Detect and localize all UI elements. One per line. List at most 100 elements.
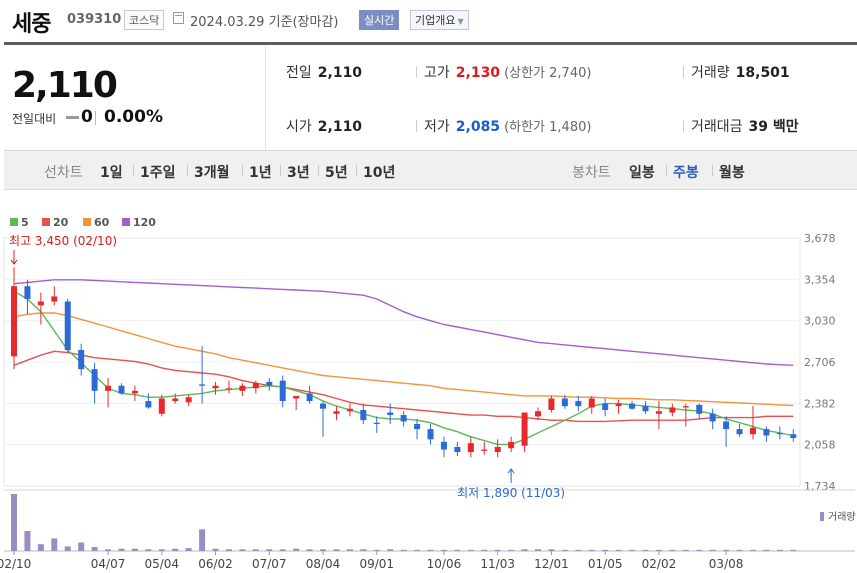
candle-body bbox=[199, 384, 206, 386]
tab-monthly[interactable]: 월봉 bbox=[719, 162, 745, 182]
candle-body bbox=[37, 301, 44, 306]
volume-swatch bbox=[820, 512, 824, 521]
candle-body bbox=[158, 398, 165, 414]
realtime-button[interactable]: 실시간 bbox=[359, 10, 400, 30]
volume-bar bbox=[763, 549, 770, 551]
volume-bar bbox=[199, 529, 206, 551]
x-tick-label: 05/04 bbox=[144, 557, 179, 571]
volume-bar bbox=[212, 548, 219, 551]
low-arrow-icon bbox=[507, 468, 515, 484]
volume-bar bbox=[252, 549, 259, 551]
y-tick-label: 2,382 bbox=[804, 397, 836, 410]
price-summary: 2,110 전일대비 0 0.00% bbox=[4, 45, 266, 150]
candle-body bbox=[387, 412, 394, 416]
volume-bar bbox=[400, 549, 407, 551]
calendar-icon bbox=[173, 12, 184, 24]
volume-bar bbox=[51, 538, 58, 551]
lower-limit: (하한가 1,480) bbox=[504, 120, 592, 135]
y-tick-label: 3,030 bbox=[804, 315, 836, 328]
y-tick-label: 3,354 bbox=[804, 273, 836, 286]
chevron-down-icon: ▼ bbox=[457, 17, 464, 26]
tab-divider bbox=[318, 165, 319, 176]
stat-amount-value: 39 백만 bbox=[748, 119, 799, 135]
volume-bar bbox=[37, 544, 44, 551]
volume-bar bbox=[91, 547, 98, 551]
high-arrow-icon bbox=[10, 250, 18, 265]
volume-legend: 거래량 bbox=[820, 508, 856, 523]
candle-body bbox=[588, 398, 595, 408]
candle-body bbox=[736, 429, 743, 435]
tab-5y[interactable]: 5년 bbox=[325, 162, 348, 182]
high-annotation: 최고 3,450 (02/10) bbox=[9, 234, 117, 248]
volume-bar bbox=[373, 549, 380, 551]
y-tick-label: 1,734 bbox=[804, 480, 836, 493]
price-chart[interactable]: 3,678 3,354 3,030 2,706 2,382 2,058 1,734 02/10… bbox=[0, 228, 857, 573]
candle-body bbox=[763, 429, 770, 436]
volume-bar bbox=[561, 549, 568, 551]
tab-divider bbox=[242, 165, 243, 176]
low-annotation: 최저 1,890 (11/03) bbox=[457, 486, 565, 500]
stat-volume-label: 거래량 bbox=[691, 65, 730, 81]
tab-daily[interactable]: 일봉 bbox=[629, 162, 655, 182]
candle-body bbox=[360, 409, 367, 421]
candle-body bbox=[655, 411, 662, 414]
volume-bar bbox=[494, 549, 501, 551]
volume-bar bbox=[723, 549, 730, 551]
stat-low-value: 2,085 bbox=[455, 119, 501, 135]
tab-divider bbox=[280, 165, 281, 176]
company-overview-button[interactable]: 기업개요 ▼ bbox=[410, 10, 469, 30]
stat-high-value: 2,130 bbox=[455, 65, 501, 81]
volume-bar bbox=[64, 546, 71, 551]
tab-1d[interactable]: 1일 bbox=[100, 162, 123, 182]
candle-body bbox=[561, 398, 568, 407]
chart-tabs: 선차트 1일 1주일 3개월 1년 3년 5년 10년 봉차트 일봉 주봉 월봉 bbox=[4, 151, 857, 190]
stat-open: 시가 2,110 bbox=[286, 116, 362, 136]
line-chart-label: 선차트 bbox=[44, 165, 83, 181]
volume-bar bbox=[333, 549, 340, 551]
candle-body bbox=[373, 422, 380, 424]
candle-body bbox=[615, 403, 622, 407]
volume-bar bbox=[306, 549, 313, 551]
tab-3y[interactable]: 3년 bbox=[287, 162, 310, 182]
x-tick-label: 08/04 bbox=[306, 557, 341, 571]
volume-bar bbox=[655, 549, 662, 551]
candle-body bbox=[696, 404, 703, 414]
tab-10y[interactable]: 10년 bbox=[363, 162, 395, 182]
candle-body bbox=[535, 411, 541, 417]
x-tick-label: 11/03 bbox=[480, 557, 515, 571]
stat-amount: 거래대금 39 백만 bbox=[691, 116, 799, 136]
candle-body bbox=[51, 296, 58, 302]
x-tick-label: 02/02 bbox=[642, 557, 677, 571]
flat-icon bbox=[66, 116, 79, 119]
tab-1w[interactable]: 1주일 bbox=[140, 162, 176, 182]
change-rate: 0.00% bbox=[104, 107, 163, 127]
candle-body bbox=[427, 429, 434, 440]
volume-bar bbox=[279, 549, 286, 551]
candle-body bbox=[414, 424, 421, 430]
tab-divider bbox=[666, 165, 667, 176]
volume-bar bbox=[440, 549, 447, 551]
volume-bar bbox=[669, 549, 676, 551]
company-overview-label: 기업개요 bbox=[415, 14, 456, 27]
y-tick-label: 2,058 bbox=[804, 439, 836, 452]
tab-1y[interactable]: 1년 bbox=[249, 162, 272, 182]
candle-body bbox=[185, 397, 192, 403]
tab-3m[interactable]: 3개월 bbox=[194, 162, 230, 182]
tab-divider bbox=[187, 165, 188, 176]
ma60-line bbox=[13, 312, 794, 407]
candle-body bbox=[346, 408, 353, 412]
volume-bar bbox=[790, 549, 797, 551]
volume-bar bbox=[145, 549, 152, 551]
stat-open-label: 시가 bbox=[286, 119, 312, 135]
candle-body bbox=[131, 390, 138, 394]
stat-volume: 거래량 18,501 bbox=[691, 62, 790, 82]
stat-low-label: 저가 bbox=[424, 119, 450, 135]
candle-body bbox=[548, 398, 555, 410]
x-tick-label: 12/01 bbox=[534, 557, 569, 571]
stat-prev-value: 2,110 bbox=[317, 65, 363, 81]
upper-limit: (상한가 2,740) bbox=[504, 66, 592, 81]
volume-bar bbox=[481, 549, 488, 551]
stat-prev-label: 전일 bbox=[286, 65, 312, 81]
candle-body bbox=[279, 380, 286, 402]
tab-weekly[interactable]: 주봉 bbox=[673, 162, 699, 182]
